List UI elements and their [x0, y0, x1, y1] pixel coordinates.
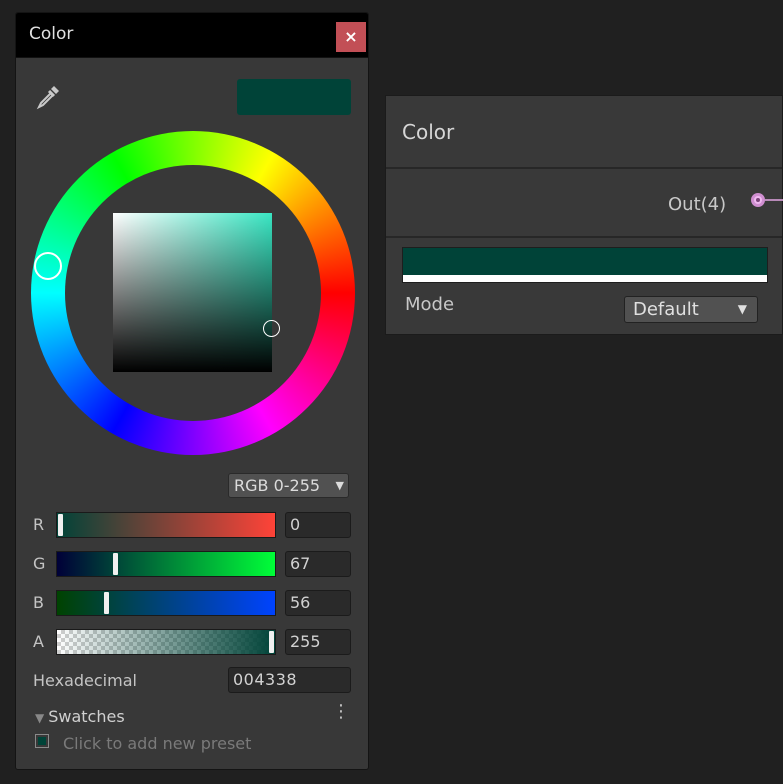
- add-preset-hint: Click to add new preset: [63, 734, 252, 753]
- saturation-value-square[interactable]: [113, 213, 272, 372]
- color-picker-window: Color × RGB 0-255 ▼ R 0 G 67 B 56 A 255 …: [15, 12, 369, 770]
- hue-wheel[interactable]: [31, 131, 355, 455]
- slider-thumb[interactable]: [58, 514, 63, 536]
- chevron-down-icon: ▼: [737, 302, 747, 316]
- swatches-foldout[interactable]: ▼ Swatches: [35, 707, 125, 726]
- color-field[interactable]: [402, 247, 768, 283]
- mode-label: Mode: [405, 294, 455, 315]
- add-preset-swatch[interactable]: [35, 734, 49, 748]
- close-button[interactable]: ×: [336, 22, 366, 52]
- close-icon: ×: [344, 27, 358, 46]
- swatches-label: Swatches: [48, 707, 125, 726]
- channel-label-b: B: [33, 593, 44, 612]
- window-title: Color: [29, 24, 74, 44]
- channel-slider-g[interactable]: [56, 551, 276, 577]
- color-preview: [237, 79, 351, 115]
- eyedropper-icon[interactable]: [34, 83, 62, 111]
- channel-label-g: G: [33, 554, 46, 573]
- channel-field-b[interactable]: 56: [285, 590, 351, 616]
- port-center: [756, 198, 760, 202]
- node-title: Color: [402, 120, 455, 144]
- slider-thumb[interactable]: [104, 592, 110, 614]
- channel-slider-a[interactable]: [56, 629, 276, 655]
- hue-handle[interactable]: [34, 252, 62, 280]
- foldout-arrow-icon: ▼: [35, 711, 45, 725]
- saturation-value-handle[interactable]: [263, 320, 280, 337]
- title-bar[interactable]: Color ×: [16, 13, 368, 58]
- color-field-fill: [403, 248, 767, 275]
- color-node[interactable]: Color Out(4) Mode Default ▼: [385, 95, 783, 335]
- channel-field-a[interactable]: 255: [285, 629, 351, 655]
- divider: [386, 236, 782, 238]
- channel-label-r: R: [33, 515, 45, 534]
- channel-slider-b[interactable]: [56, 590, 276, 616]
- slider-thumb[interactable]: [113, 553, 119, 575]
- mode-value: Default: [633, 299, 699, 320]
- preset-color: [38, 737, 46, 745]
- chevron-down-icon: ▼: [333, 474, 344, 497]
- color-mode-value: RGB 0-255: [234, 476, 321, 495]
- color-mode-dropdown[interactable]: RGB 0-255 ▼: [228, 473, 349, 498]
- channel-field-g[interactable]: 67: [285, 551, 351, 577]
- more-options-icon[interactable]: ⋮: [332, 703, 350, 723]
- channel-label-a: A: [33, 632, 44, 651]
- hex-field[interactable]: 004338: [228, 667, 351, 693]
- mode-dropdown[interactable]: Default ▼: [624, 296, 758, 323]
- output-port-label: Out(4): [668, 194, 727, 215]
- divider: [386, 167, 782, 169]
- channel-slider-r[interactable]: [56, 512, 276, 538]
- hex-label: Hexadecimal: [33, 671, 137, 690]
- channel-field-r[interactable]: 0: [285, 512, 351, 538]
- connection-wire[interactable]: [765, 199, 783, 201]
- slider-thumb[interactable]: [269, 631, 274, 653]
